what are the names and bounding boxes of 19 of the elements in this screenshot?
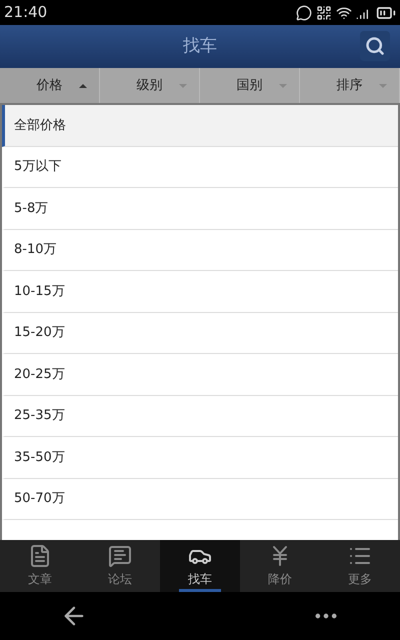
tab[interactable]: 找车 — [160, 540, 240, 592]
document-icon — [28, 544, 52, 568]
price-option[interactable]: 25-35万 — [2, 396, 398, 437]
price-option[interactable]: 8-10万 — [2, 230, 398, 271]
price-option[interactable]: 15-20万 — [2, 312, 398, 354]
wifi-icon — [336, 4, 352, 20]
search-button[interactable] — [360, 31, 390, 61]
caret-icon — [79, 84, 87, 88]
price-option[interactable]: 全部价格 — [2, 105, 398, 146]
clock: 21:40 — [4, 2, 48, 24]
qr-code-icon — [316, 4, 332, 20]
message-icon — [296, 4, 312, 20]
chat-icon — [108, 544, 132, 568]
page-title: 找车 — [183, 34, 217, 58]
price-option[interactable]: 5万以下 — [2, 146, 398, 188]
search-icon — [365, 36, 385, 56]
filter-dropdown[interactable]: 价格 — [0, 68, 100, 103]
price-option[interactable]: 50-70万 — [2, 478, 398, 520]
active-indicator — [179, 589, 221, 592]
